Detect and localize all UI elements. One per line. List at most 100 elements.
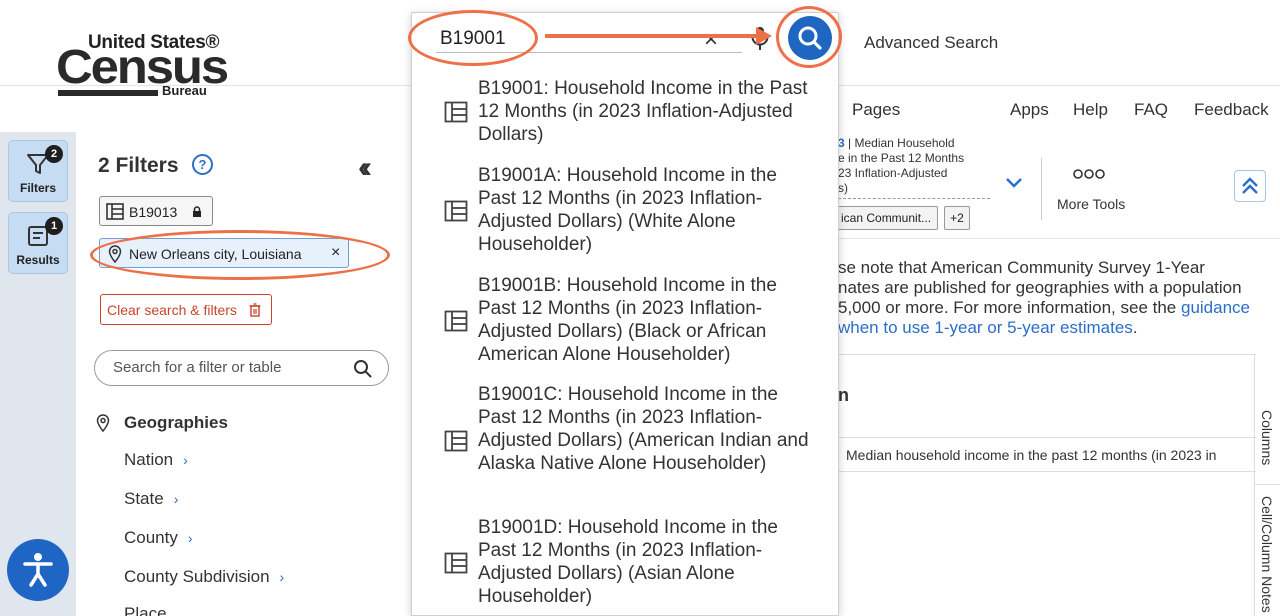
chevron-right-icon: ›	[279, 569, 285, 585]
search-icon	[798, 26, 822, 50]
geo-item-place[interactable]: Place	[124, 604, 167, 616]
collapse-up-button[interactable]	[1234, 170, 1266, 202]
filter-panel: 2 Filters ? ‹‹ B19013 New Orleans city, …	[76, 132, 410, 616]
filter-search-box	[94, 350, 389, 386]
filters-rail-label: Filters	[19, 181, 56, 195]
clear-search-filters-button[interactable]: Clear search & filters	[100, 294, 272, 325]
clear-search-icon[interactable]: ×	[704, 26, 718, 54]
data-table: n Median household income in the past 12…	[838, 354, 1256, 616]
filter-search-input[interactable]	[113, 359, 343, 376]
table-info-code: 3	[838, 136, 845, 150]
geo-item-label: County	[124, 528, 178, 547]
chevron-down-icon[interactable]	[1004, 176, 1024, 190]
table-icon	[444, 552, 468, 574]
table-filter-chip[interactable]: B19013	[99, 196, 213, 226]
table-content-area: 3 | Median Household e in the Past 12 Mo…	[834, 132, 1280, 616]
geo-item-label: County Subdivision	[124, 567, 270, 586]
filters-count-badge: 2	[45, 145, 63, 163]
geography-filter-chip[interactable]: New Orleans city, Louisiana ×	[99, 238, 349, 268]
trash-icon	[249, 303, 261, 317]
main-search-input[interactable]: B19001	[440, 28, 506, 50]
more-tags-badge[interactable]: +2	[944, 206, 970, 230]
chevron-right-icon: ›	[187, 530, 193, 546]
geo-item-nation[interactable]: Nation ›	[124, 450, 188, 470]
results-count-badge: 1	[45, 217, 63, 235]
guidance-link[interactable]: guidance	[1181, 298, 1250, 317]
lock-icon	[193, 206, 201, 217]
table-row-divider	[838, 437, 1256, 438]
results-rail-label: Results	[16, 253, 60, 267]
advanced-search-link[interactable]: Advanced Search	[864, 33, 998, 53]
table-row-divider	[838, 471, 1256, 472]
more-dots-icon	[1073, 169, 1105, 179]
note-line: .	[1132, 318, 1138, 337]
table-chip-label: B19013	[129, 204, 178, 220]
filters-rail-button[interactable]: 2 Filters	[8, 140, 68, 202]
cell-column-notes-tab[interactable]: Cell/Column Notes	[1259, 496, 1275, 613]
location-pin-icon	[108, 245, 122, 263]
geo-item-label: Place	[124, 604, 167, 616]
geo-item-label: Nation	[124, 450, 174, 469]
nav-faq[interactable]: FAQ	[1134, 100, 1168, 120]
table-info-line: 23 Inflation-Adjusted	[838, 166, 948, 180]
suggestion-text: B19001B: Household Income in the Past 12…	[478, 275, 777, 365]
table-icon	[444, 310, 468, 332]
search-suggestions-dropdown: B19001: Household Income in the Past 12 …	[411, 12, 839, 616]
table-icon	[444, 101, 468, 123]
filters-title: 2 Filters	[98, 154, 179, 177]
table-header-cell: n	[838, 385, 849, 405]
table-icon	[444, 200, 468, 222]
remove-chip-icon[interactable]: ×	[331, 244, 340, 262]
annotation-arrow	[545, 34, 763, 38]
annotation-arrow-head	[756, 27, 772, 45]
location-pin-icon	[96, 414, 110, 432]
table-icon	[106, 203, 124, 220]
table-info-line: s)	[838, 181, 848, 195]
side-tabs: Columns Cell/Column Notes	[1254, 354, 1280, 616]
nav-help[interactable]: Help	[1073, 100, 1108, 120]
geo-item-county[interactable]: County ›	[124, 528, 193, 548]
geo-item-county-subdivision[interactable]: County Subdivision ›	[124, 567, 284, 587]
table-info-line: e in the Past 12 Months	[838, 151, 965, 165]
geographies-heading: Geographies	[124, 413, 228, 432]
accessibility-icon	[23, 553, 53, 587]
survey-tag[interactable]: ican Communit...	[834, 206, 938, 230]
logo-bar	[58, 90, 158, 96]
double-chevron-up-icon	[1242, 177, 1258, 194]
search-submit-button[interactable]	[788, 16, 832, 60]
table-info: 3 | Median Household e in the Past 12 Mo…	[838, 136, 964, 196]
geography-chip-label: New Orleans city, Louisiana	[129, 246, 302, 262]
table-info-line: | Median Household	[844, 136, 955, 150]
geo-item-state[interactable]: State ›	[124, 489, 178, 509]
more-tools-label[interactable]: More Tools	[1057, 196, 1125, 212]
table-icon	[444, 430, 468, 452]
nav-apps[interactable]: Apps	[1010, 100, 1049, 120]
collapse-panel-icon[interactable]: ‹‹	[358, 153, 372, 183]
estimates-link[interactable]: when to use 1-year or 5-year estimates	[838, 318, 1133, 337]
nav-pages[interactable]: Pages	[852, 100, 900, 120]
census-logo[interactable]: United States® Census Bureau	[56, 32, 229, 100]
note-line: 5,000 or more. For more information, see…	[838, 298, 1181, 317]
note-line: se note that American Community Survey 1…	[838, 258, 1205, 277]
chevron-right-icon: ›	[173, 491, 179, 507]
note-line: nates are published for geographies with…	[838, 278, 1242, 297]
help-icon[interactable]: ?	[192, 154, 213, 175]
table-row-label[interactable]: Median household income in the past 12 m…	[846, 447, 1216, 463]
dotted-divider	[838, 198, 990, 199]
logo-line-3: Bureau	[162, 83, 207, 98]
search-icon[interactable]	[353, 359, 373, 379]
suggestion-text: B19001: Household Income in the Past 12 …	[478, 78, 808, 145]
suggestion-text: B19001C: Household Income in the Past 12…	[478, 384, 809, 474]
results-rail-button[interactable]: 1 Results	[8, 212, 68, 274]
suggestion-text: B19001D: Household Income in the Past 12…	[478, 517, 778, 607]
content-divider	[838, 238, 1280, 239]
suggestion-text: B19001A: Household Income in the Past 12…	[478, 165, 777, 255]
nav-feedback[interactable]: Feedback	[1194, 100, 1269, 120]
side-tab-divider	[1255, 484, 1280, 485]
accessibility-button[interactable]	[7, 539, 69, 601]
acs-note: se note that American Community Survey 1…	[838, 258, 1278, 338]
columns-tab[interactable]: Columns	[1259, 410, 1275, 465]
search-underline	[436, 52, 742, 53]
geo-item-label: State	[124, 489, 164, 508]
clear-button-label: Clear search & filters	[107, 302, 237, 318]
